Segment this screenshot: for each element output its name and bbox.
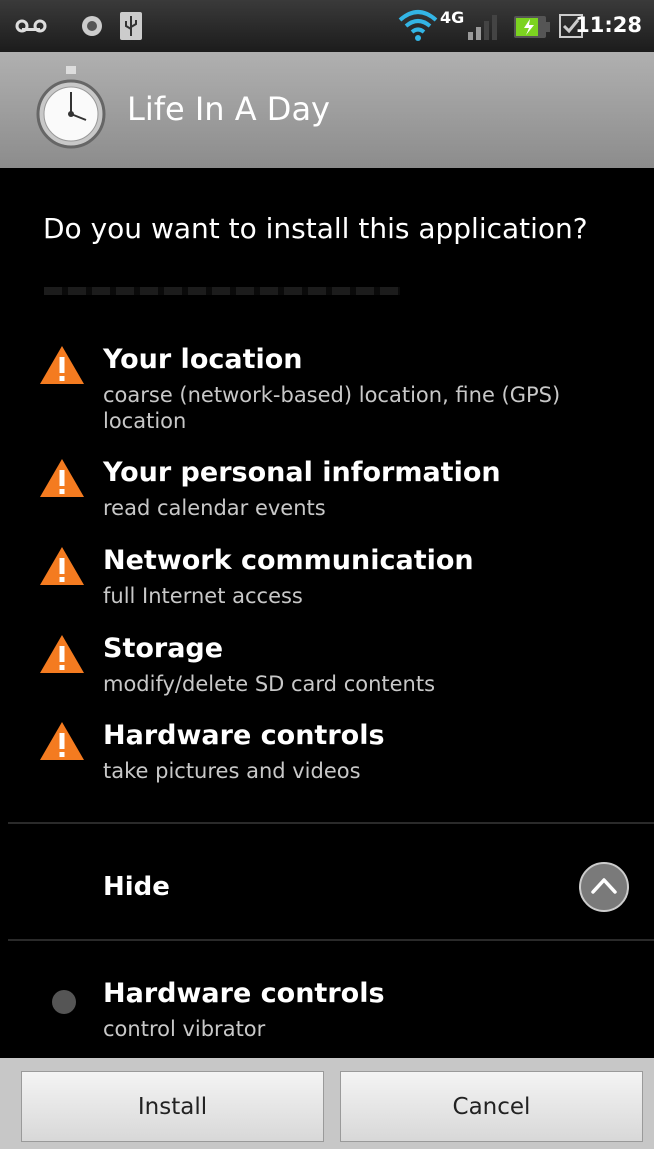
warning-icon	[40, 547, 84, 585]
install-button[interactable]: Install	[21, 1071, 324, 1142]
permission-description: take pictures and videos	[103, 759, 361, 783]
wifi-icon	[398, 10, 438, 41]
permission-title: Storage	[103, 633, 224, 664]
permission-description: control vibrator	[103, 1017, 266, 1041]
permission-title: Network communication	[103, 545, 474, 576]
hide-permissions-toggle[interactable]: Hide	[0, 824, 654, 940]
permission-description: coarse (network-based) location, fine (G…	[103, 383, 561, 433]
install-question: Do you want to install this application?	[43, 212, 588, 245]
permission-title: Your personal information	[103, 457, 501, 488]
permission-title: Your location	[103, 344, 303, 375]
hide-label: Hide	[103, 872, 170, 902]
permission-description: full Internet access	[103, 584, 303, 608]
collapse-button[interactable]	[579, 862, 629, 912]
app-notification-icon	[82, 16, 102, 36]
stopwatch-icon	[36, 66, 106, 149]
4g-icon: 4G	[440, 8, 465, 27]
permission-description: modify/delete SD card contents	[103, 672, 436, 696]
divider	[8, 939, 654, 941]
voicemail-icon	[15, 19, 47, 33]
warning-icon	[40, 346, 84, 384]
bullet-icon	[52, 990, 76, 1014]
warning-icon	[40, 722, 84, 760]
status-bar: 4G 11:28	[0, 0, 654, 52]
usb-icon	[120, 12, 142, 40]
status-time: 11:28	[575, 13, 642, 37]
permission-title: Hardware controls	[103, 720, 385, 751]
battery-charging-icon	[514, 16, 550, 38]
warning-icon	[40, 459, 84, 497]
permission-description: read calendar events	[103, 496, 326, 520]
cancel-button[interactable]: Cancel	[340, 1071, 643, 1142]
app-title-bar: Life In A Day	[0, 52, 654, 168]
warning-icon	[40, 635, 84, 673]
button-bar: Install Cancel	[0, 1058, 654, 1149]
chevron-up-icon	[591, 878, 617, 894]
scroll-fade-text	[44, 287, 400, 295]
signal-icon	[468, 15, 497, 40]
permission-title: Hardware controls	[103, 978, 385, 1009]
app-title: Life In A Day	[127, 90, 330, 128]
